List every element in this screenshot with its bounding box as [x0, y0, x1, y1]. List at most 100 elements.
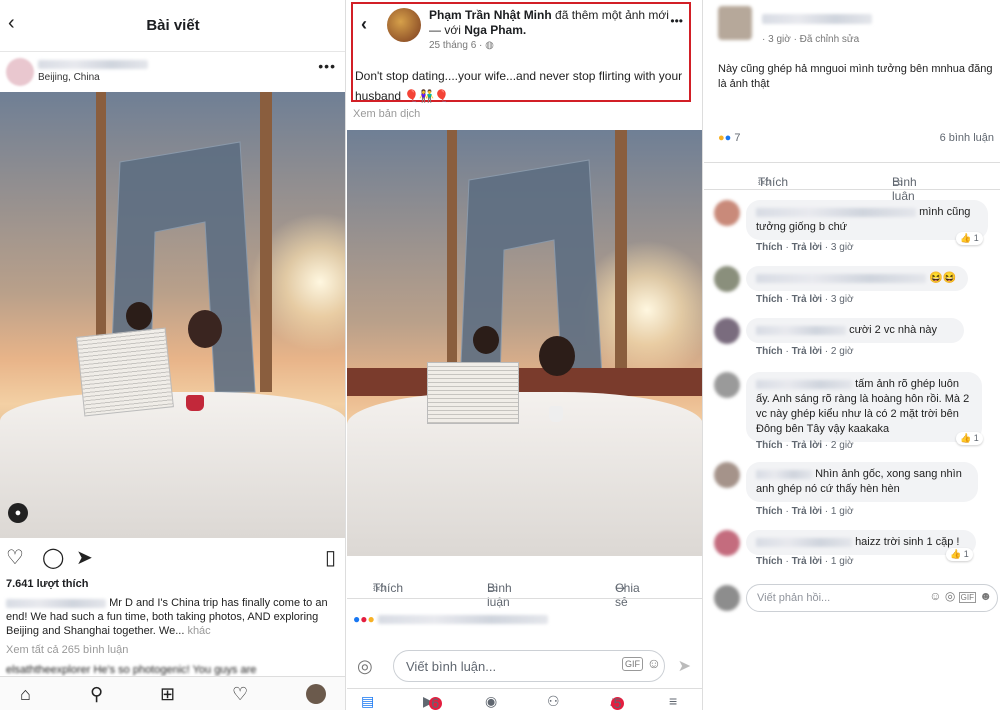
haha-reaction-icon: ● [367, 612, 375, 626]
profile-avatar[interactable] [306, 684, 326, 704]
ig-view-all-comments[interactable]: Xem tất cả 265 bình luận [6, 644, 128, 656]
groups-icon[interactable]: ⚇ [547, 693, 560, 710]
camera-icon[interactable]: ◎ [945, 589, 955, 603]
sticker-icon[interactable]: ☻ [979, 589, 992, 603]
ig-post-photo[interactable]: ● [0, 92, 345, 538]
fb-post-author-line: Phạm Trần Nhật Minh đã thêm một ảnh mới … [429, 8, 679, 38]
comment-meta: Thích · Trả lời · 1 giờ [756, 506, 854, 517]
more-icon[interactable]: ••• [318, 58, 336, 74]
comment-like-badge[interactable]: 👍 1 [956, 232, 983, 245]
more-icon[interactable]: ••• [670, 14, 683, 28]
avatar[interactable] [714, 530, 740, 556]
share-icon[interactable]: ➤ [76, 545, 93, 570]
cm-comment-count[interactable]: 6 bình luận [940, 132, 994, 144]
send-icon[interactable]: ➤ [678, 656, 691, 676]
cm-reply-composer: Viết phản hồi... ☺ ◎ GIF ☻ [704, 584, 1000, 614]
fb-post-header-highlight: ‹ Phạm Trần Nhật Minh đã thêm một ảnh mớ… [351, 2, 691, 103]
fb-action-bar: 👍︎ Thích ▭ Bình luận ↪ Chia sẻ [373, 581, 640, 609]
comment-icon[interactable]: ◯ [42, 545, 64, 570]
reaction-icons[interactable]: ●● 7 [718, 132, 741, 144]
ig-username-blurred[interactable] [38, 60, 148, 69]
comment-bubble: tấm ảnh rõ ghép luôn ấy. Anh sáng rõ ràn… [746, 372, 982, 442]
ig-location[interactable]: Beijing, China [38, 72, 100, 83]
comment-meta: Thích · Trả lời · 3 giờ [756, 294, 854, 305]
fb-comment-composer: ◎ Viết bình luận... GIF ☺ ➤ [347, 648, 702, 684]
balloon-icon: 🎈 [404, 89, 420, 103]
love-reaction-icon: ● [360, 612, 368, 626]
fb-poster-name[interactable]: Phạm Trần Nhật Minh [429, 8, 552, 22]
magazine-shape [427, 362, 519, 424]
cm-stats: ●● 7 6 bình luận [718, 132, 994, 144]
back-icon[interactable]: ‹ [361, 14, 367, 35]
couple-icon: 👫 [419, 89, 435, 103]
fb-translate-link[interactable]: Xem bản dịch [353, 108, 420, 120]
ig-bottom-nav: ⌂ ⚲ ⊞ ♡ [0, 676, 345, 710]
fb-reactions-summary[interactable]: ●●● [353, 612, 549, 626]
facebook-post-panel: ‹ Phạm Trần Nhật Minh đã thêm một ảnh mớ… [347, 0, 703, 710]
gif-icon[interactable]: GIF [958, 592, 977, 603]
cm-post-meta: · 3 giờ · Đã chỉnh sửa [762, 34, 860, 45]
cm-post-text: Này cũng ghép hả mnguoi mình tưởng bên m… [718, 63, 993, 90]
comment-bubble: haizz trời sinh 1 cặp ! [746, 530, 976, 555]
avatar[interactable] [714, 462, 740, 488]
cm-post: · 3 giờ · Đã chỉnh sửa Này cũng ghép hả … [704, 0, 1000, 150]
avatar[interactable] [387, 8, 421, 42]
activity-heart-icon[interactable]: ♡ [232, 684, 248, 705]
search-icon[interactable]: ⚲ [90, 684, 103, 705]
home-icon[interactable]: ⌂ [20, 684, 31, 705]
comment-meta: Thích · Trả lời · 1 giờ [756, 556, 854, 567]
comment-meta: Thích · Trả lời · 2 giờ [756, 440, 854, 451]
tag-people-icon[interactable]: ● [8, 503, 28, 523]
video-icon[interactable]: ▶6 [423, 693, 442, 710]
fb-bottom-tabs: ▤ ▶6 ◉ ⚇ ♪5 ≡ [347, 688, 702, 710]
caption-user-blurred[interactable] [6, 598, 106, 608]
profile-icon[interactable]: ◉ [485, 693, 497, 710]
bookmark-icon[interactable]: ▯ [325, 545, 336, 570]
avatar[interactable] [6, 58, 34, 86]
comment-bubble: Nhìn ảnh gốc, xong sang nhìn anh ghép nó… [746, 462, 978, 502]
newspaper-shape [76, 327, 174, 417]
comment-bubble: cười 2 vc nhà này [746, 318, 964, 343]
notifications-icon[interactable]: ♪5 [609, 693, 624, 710]
emoji-icon[interactable]: ☺ [647, 655, 661, 671]
fb-post-text: Don't stop dating....your wife...and nev… [355, 69, 683, 103]
reactors-blurred[interactable] [378, 615, 549, 625]
instagram-panel: ‹ Bài viết Beijing, China ••• ● ♡ ◯ ➤ ▯ … [0, 0, 346, 710]
emoji-icon[interactable]: ☺ [929, 589, 941, 603]
globe-icon: ◍ [485, 40, 494, 51]
comment-bubble: 😆😆 [746, 266, 968, 291]
cm-action-bar: 👍︎ Thích ▭ Bình luận [704, 162, 1000, 203]
ig-likes-count[interactable]: 7.641 lượt thích [6, 578, 88, 590]
avatar[interactable] [718, 6, 752, 40]
camera-icon[interactable]: ◎ [357, 656, 373, 677]
ig-caption-more[interactable]: khác [187, 625, 210, 637]
menu-icon[interactable]: ≡ [669, 693, 677, 709]
ig-comment-preview: elsaththeexplorer He's so photogenic! Yo… [6, 664, 257, 676]
gif-icon[interactable]: GIF [622, 657, 643, 671]
fb-post-photo[interactable] [347, 130, 702, 556]
heart-icon[interactable]: ♡ [6, 545, 24, 570]
ig-caption: Mr D and I's China trip has finally come… [6, 596, 342, 638]
balloon-icon: 🎈 [434, 89, 450, 103]
ig-action-bar: ♡ ◯ ➤ ▯ [0, 545, 345, 573]
avatar[interactable] [714, 266, 740, 292]
comments-panel: · 3 giờ · Đã chỉnh sửa Này cũng ghép hả … [704, 0, 1000, 710]
fb-post-time[interactable]: 25 tháng 6 · ◍ [429, 40, 494, 51]
comment-bubble: mình cũng tưởng giống b chứ [746, 200, 988, 240]
cm-author-blurred[interactable] [762, 14, 872, 24]
comment-meta: Thích · Trả lời · 2 giờ [756, 346, 854, 357]
ig-page-title: Bài viết [146, 17, 200, 34]
fb-tagged-name[interactable]: Nga Pham. [464, 23, 526, 37]
avatar[interactable] [714, 372, 740, 398]
mug-shape [186, 395, 204, 411]
avatar[interactable] [714, 318, 740, 344]
news-feed-icon[interactable]: ▤ [361, 693, 374, 710]
mug-shape [549, 406, 563, 422]
avatar[interactable] [714, 200, 740, 226]
comment-like-badge[interactable]: 👍 1 [956, 432, 983, 445]
add-post-icon[interactable]: ⊞ [160, 684, 175, 705]
comment-like-badge[interactable]: 👍 1 [946, 548, 973, 561]
ig-header: ‹ Bài viết [0, 0, 345, 52]
ig-post-author[interactable]: Beijing, China ••• [0, 56, 345, 92]
comment-meta: Thích · Trả lời · 3 giờ [756, 242, 854, 253]
